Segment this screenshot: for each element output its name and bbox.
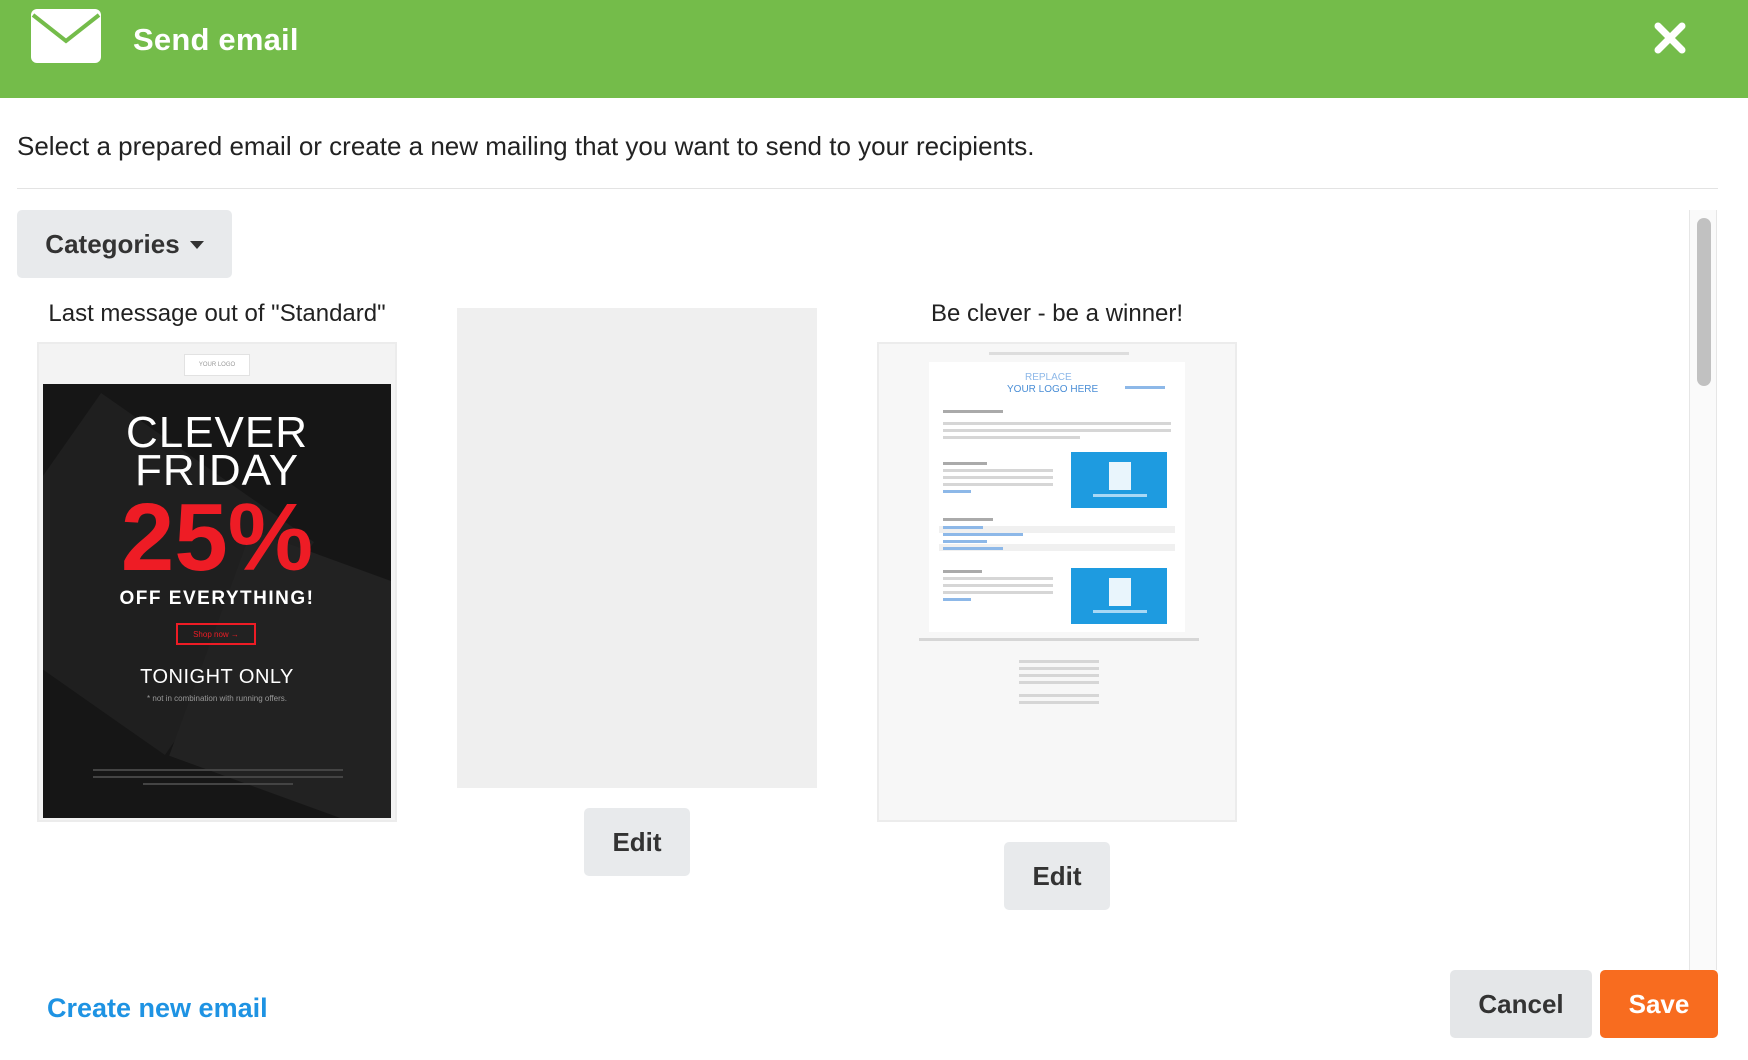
close-icon[interactable] [1650, 18, 1690, 58]
preview-logo: YOUR LOGO HERE [1007, 384, 1099, 395]
caret-down-icon [189, 241, 204, 249]
divider [17, 188, 1718, 189]
template-thumbnail[interactable]: YOUR LOGO CLEVER FRIDAY 25% OFF EVERYTHI… [37, 342, 397, 822]
intro-text: Select a prepared email or create a new … [17, 131, 1035, 161]
cancel-button[interactable]: Cancel [1450, 970, 1592, 1038]
preview-tonight: TONIGHT ONLY [140, 666, 294, 688]
edit-button[interactable]: Edit [584, 808, 690, 876]
newsletter-preview: REPLACE YOUR LOGO HERE [929, 362, 1185, 632]
template-thumbnail[interactable] [457, 308, 817, 788]
preview-footer [93, 769, 343, 789]
card-title: Last message out of "Standard" [48, 300, 386, 327]
preview-logo: REPLACE [1025, 372, 1072, 383]
envelope-icon [31, 9, 101, 63]
template-list[interactable]: Categories Last message out of "Standard… [17, 210, 1689, 965]
promo-preview: CLEVER FRIDAY 25% OFF EVERYTHING! Shop n… [43, 384, 391, 818]
scrollbar-thumb[interactable] [1697, 218, 1711, 386]
edit-button[interactable]: Edit [1004, 842, 1110, 910]
preview-logo: YOUR LOGO [184, 354, 250, 376]
dialog-title: Send email [133, 22, 299, 57]
template-thumbnail[interactable]: REPLACE YOUR LOGO HERE [877, 342, 1237, 822]
save-button[interactable]: Save [1600, 970, 1718, 1038]
preview-note: * not in combination with running offers… [147, 694, 287, 703]
categories-label: Categories [45, 228, 180, 259]
categories-dropdown[interactable]: Categories [17, 210, 232, 278]
scrollbar[interactable] [1689, 210, 1717, 970]
create-new-email-link[interactable]: Create new email [47, 993, 268, 1024]
card-title: Be clever - be a winner! [930, 300, 1184, 327]
preview-percent: 25% [120, 484, 314, 591]
dialog-header: Send email [0, 0, 1748, 98]
preview-offer: OFF EVERYTHING! [119, 588, 315, 609]
preview-shop-button: Shop now → [176, 623, 256, 645]
